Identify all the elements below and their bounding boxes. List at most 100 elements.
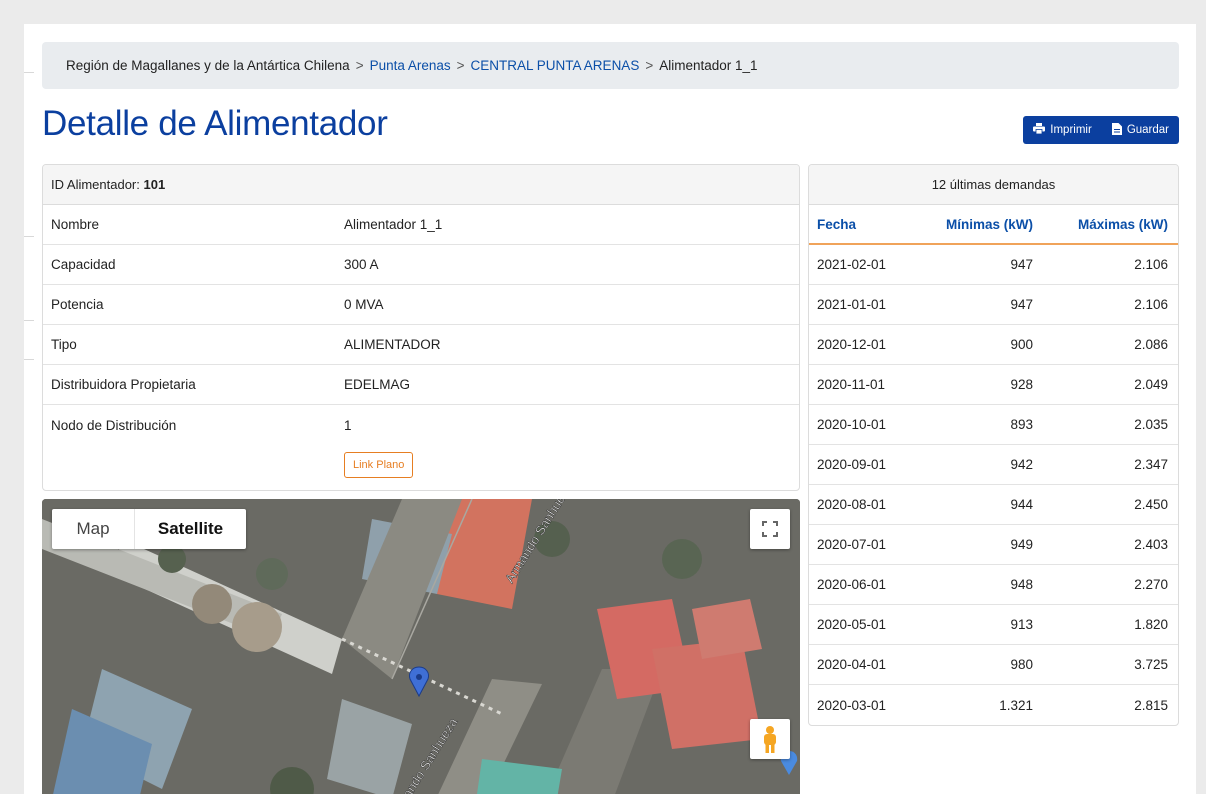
- breadcrumb-link-central[interactable]: CENTRAL PUNTA ARENAS: [471, 58, 640, 73]
- cell-date: 2020-11-01: [817, 377, 886, 392]
- cell-max: 2.106: [1134, 257, 1168, 272]
- table-row: 2020-06-01 948 2.270: [809, 565, 1178, 605]
- map-type-toggle: Map Satellite: [52, 509, 246, 549]
- cell-max: 2.049: [1134, 377, 1168, 392]
- info-row: Distribuidora Propietaria EDELMAG: [43, 365, 799, 405]
- map-type-satellite-button[interactable]: Satellite: [134, 509, 246, 549]
- cell-date: 2020-07-01: [817, 537, 887, 552]
- info-row-value: Alimentador 1_1: [344, 217, 443, 232]
- table-row: 2020-03-01 1.321 2.815: [809, 685, 1178, 725]
- feeder-info-rows: Nombre Alimentador 1_1 Capacidad 300 A Poten…: [43, 205, 799, 445]
- info-row: Nodo de Distribución 1: [43, 405, 799, 445]
- info-row-label: Nodo de Distribución: [51, 417, 177, 433]
- pegman-icon: [764, 726, 776, 753]
- fullscreen-icon: [762, 521, 778, 537]
- cell-date: 2021-01-01: [817, 297, 887, 312]
- cell-max: 2.086: [1134, 337, 1168, 352]
- cell-date: 2021-02-01: [817, 257, 887, 272]
- cell-max: 2.815: [1134, 697, 1168, 713]
- cell-max: 2.450: [1134, 497, 1168, 512]
- cell-date: 2020-10-01: [817, 417, 887, 432]
- satellite-map[interactable]: Armando Sanhueza Armando Sanhueza Map Sa…: [42, 499, 800, 794]
- cell-max: 2.035: [1134, 417, 1168, 432]
- info-row: Potencia 0 MVA: [43, 285, 799, 325]
- cell-min: 900: [1010, 337, 1033, 352]
- cell-min: 947: [1010, 257, 1033, 272]
- save-button-label: Guardar: [1126, 124, 1169, 136]
- print-button[interactable]: Imprimir: [1023, 116, 1102, 144]
- info-row: Nombre Alimentador 1_1: [43, 205, 799, 245]
- cell-max: 2.270: [1134, 577, 1168, 592]
- feeder-id-header: ID Alimentador: 101: [43, 165, 799, 205]
- cell-min: 944: [1010, 497, 1033, 512]
- table-row: 2021-02-01 947 2.106: [809, 245, 1178, 285]
- cell-min: 893: [1010, 417, 1033, 432]
- info-row-value: ALIMENTADOR: [344, 337, 441, 352]
- info-row-value: Link Plano: [344, 452, 799, 478]
- link-plano-row: Link Plano: [43, 445, 799, 485]
- printer-icon: [1033, 123, 1046, 137]
- demands-table-body: 2021-02-01 947 2.106 2021-01-01 947 2.106 2020…: [809, 245, 1178, 725]
- info-row-value: 0 MVA: [344, 297, 384, 312]
- table-row: 2020-08-01 944 2.450: [809, 485, 1178, 525]
- action-button-group: Imprimir Guardar: [1023, 116, 1179, 144]
- cell-max: 3.725: [1134, 657, 1168, 672]
- column-header-min[interactable]: Mínimas (kW): [915, 217, 1033, 232]
- page-title: Detalle de Alimentador: [42, 104, 388, 143]
- info-row-label: Potencia: [51, 297, 104, 312]
- info-row-label: Distribuidora Propietaria: [51, 377, 196, 392]
- breadcrumb-current: Alimentador 1_1: [659, 58, 758, 73]
- fullscreen-button[interactable]: [750, 509, 790, 549]
- cell-date: 2020-03-01: [817, 697, 887, 713]
- cell-date: 2020-12-01: [817, 337, 887, 352]
- cell-date: 2020-04-01: [817, 657, 887, 672]
- info-row-label: Tipo: [51, 337, 77, 352]
- column-header-max[interactable]: Máximas (kW): [1033, 217, 1178, 232]
- cell-max: 1.820: [1134, 617, 1168, 632]
- cell-max: 2.106: [1134, 297, 1168, 312]
- cell-min: 949: [1010, 537, 1033, 552]
- demands-table-header: Fecha Mínimas (kW) Máximas (kW): [809, 205, 1178, 245]
- table-row: 2020-11-01 928 2.049: [809, 365, 1178, 405]
- demands-title: 12 últimas demandas: [809, 165, 1178, 205]
- breadcrumb-region: Región de Magallanes y de la Antártica C…: [66, 58, 350, 73]
- column-header-date[interactable]: Fecha: [809, 217, 915, 232]
- breadcrumb-link-comuna[interactable]: Punta Arenas: [370, 58, 451, 73]
- table-row: 2021-01-01 947 2.106: [809, 285, 1178, 325]
- cell-min: 942: [1010, 457, 1033, 472]
- demands-panel: 12 últimas demandas Fecha Mínimas (kW) M…: [808, 164, 1179, 726]
- cell-min: 1.321: [999, 697, 1033, 713]
- info-row-value: EDELMAG: [344, 377, 411, 392]
- cell-min: 928: [1010, 377, 1033, 392]
- cell-max: 2.403: [1134, 537, 1168, 552]
- breadcrumb-separator: >: [456, 58, 465, 73]
- map-type-map-button[interactable]: Map: [52, 509, 134, 549]
- breadcrumb-separator: >: [355, 58, 364, 73]
- table-row: 2020-05-01 913 1.820: [809, 605, 1178, 645]
- street-view-pegman-button[interactable]: [750, 719, 790, 759]
- cell-date: 2020-08-01: [817, 497, 887, 512]
- table-row: 2020-09-01 942 2.347: [809, 445, 1178, 485]
- info-row-value: 1: [344, 417, 352, 433]
- table-row: 2020-12-01 900 2.086: [809, 325, 1178, 365]
- link-plano-button[interactable]: Link Plano: [344, 452, 414, 478]
- breadcrumb-separator: >: [645, 58, 654, 73]
- table-row: 2020-10-01 893 2.035: [809, 405, 1178, 445]
- info-row: Capacidad 300 A: [43, 245, 799, 285]
- info-row-label: Capacidad: [51, 257, 116, 272]
- cell-date: 2020-09-01: [817, 457, 887, 472]
- cell-min: 980: [1010, 657, 1033, 672]
- save-button[interactable]: Guardar: [1101, 116, 1179, 144]
- save-file-icon: [1111, 122, 1122, 138]
- cell-min: 913: [1010, 617, 1033, 632]
- breadcrumb: Región de Magallanes y de la Antártica C…: [42, 42, 1179, 89]
- page-container: Región de Magallanes y de la Antártica C…: [24, 24, 1196, 794]
- feeder-info-panel: ID Alimentador: 101 Nombre Alimentador 1_…: [42, 164, 800, 491]
- cell-min: 948: [1010, 577, 1033, 592]
- left-edge-lines: [24, 72, 34, 772]
- cell-date: 2020-05-01: [817, 617, 887, 632]
- feeder-id-label: ID Alimentador:: [51, 177, 140, 192]
- info-row-label: Nombre: [51, 217, 100, 232]
- feeder-id-value: 101: [143, 177, 166, 192]
- print-button-label: Imprimir: [1050, 124, 1092, 136]
